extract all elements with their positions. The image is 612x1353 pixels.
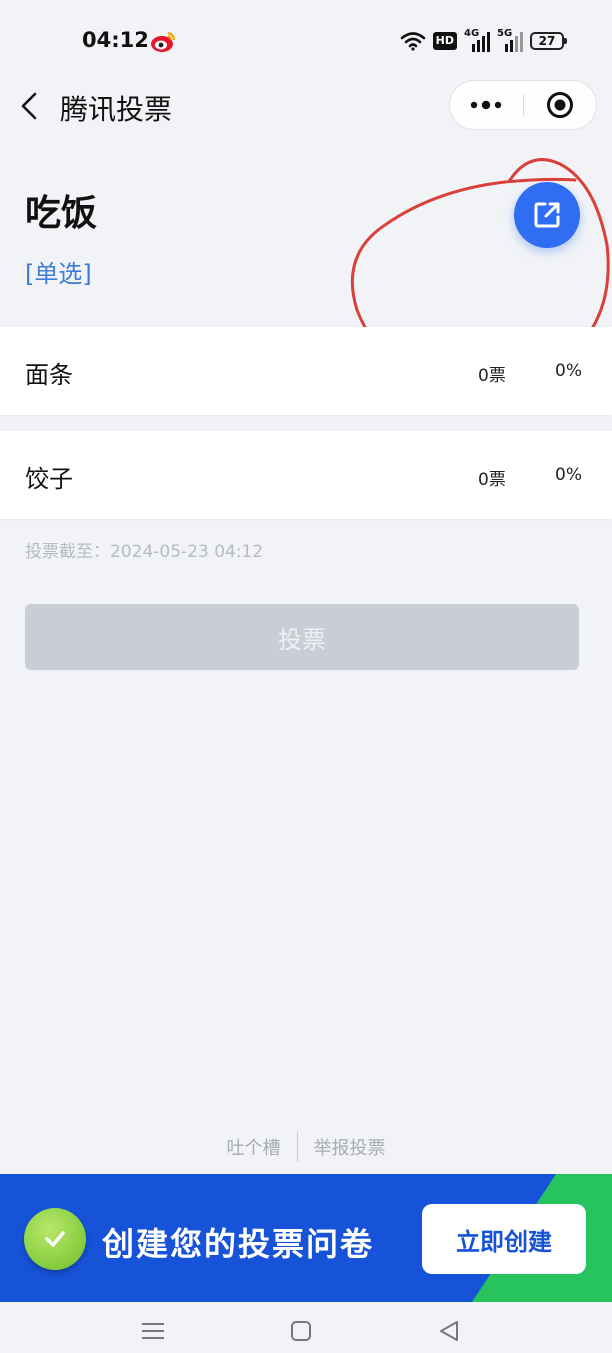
miniprogram-capsule: [449, 80, 597, 130]
system-navigation-bar: [0, 1302, 612, 1353]
battery-level: 27: [538, 34, 556, 48]
page: 04:12 HD 4G 5G 27 腾讯投票 吃饭 [单选] 面条 0票 0% …: [0, 0, 612, 1353]
network-type-label-2: 5G: [497, 28, 513, 39]
more-button[interactable]: [450, 81, 523, 129]
vote-title: 吃饭: [25, 193, 98, 234]
share-button[interactable]: [514, 182, 580, 248]
status-bar: 04:12 HD 4G 5G 27: [0, 0, 612, 84]
banner-text: 创建您的投票问卷: [102, 1225, 375, 1263]
back-button[interactable]: [12, 86, 46, 126]
status-icons: HD 4G 5G 27: [400, 27, 567, 55]
option-votes: 0票: [478, 470, 506, 490]
menu-button[interactable]: [138, 1316, 168, 1346]
footer-links: 吐个槽 举报投票: [0, 1130, 612, 1164]
option-votes: 0票: [478, 366, 506, 386]
wifi-icon: [400, 32, 425, 51]
external-link-icon: [534, 202, 560, 228]
nav-title: 腾讯投票: [60, 93, 173, 126]
deadline-value: 2024-05-23 04:12: [110, 542, 264, 562]
back-arrow-icon: [21, 92, 37, 120]
signal-icon: 4G: [464, 28, 490, 52]
create-vote-banner[interactable]: 创建您的投票问卷 立即创建: [0, 1174, 612, 1302]
vote-deadline: 投票截至：2024-05-23 04:12: [25, 537, 263, 562]
home-button[interactable]: [286, 1316, 316, 1346]
battery-icon: 27: [530, 32, 567, 50]
option-percent: 0%: [555, 361, 582, 381]
vote-type-label: [单选]: [25, 260, 92, 288]
signal-icon-2: 5G: [497, 28, 523, 52]
create-now-button[interactable]: 立即创建: [422, 1204, 586, 1274]
weibo-icon: [151, 32, 175, 52]
back-nav-button[interactable]: [434, 1316, 464, 1346]
nav-bar: 腾讯投票: [0, 80, 612, 130]
vote-option[interactable]: 饺子 0票 0%: [0, 431, 612, 519]
feedback-link[interactable]: 吐个槽: [211, 1134, 297, 1160]
deadline-label: 投票截至：: [25, 542, 110, 562]
menu-icon: [142, 1323, 164, 1339]
back-triangle-icon: [440, 1321, 458, 1341]
option-label: 面条: [25, 361, 73, 389]
check-icon: [24, 1208, 86, 1270]
report-link[interactable]: 举报投票: [298, 1134, 402, 1160]
home-square-icon: [291, 1321, 311, 1341]
option-percent: 0%: [555, 465, 582, 485]
target-icon: [546, 92, 573, 118]
network-type-label: 4G: [464, 28, 480, 39]
vote-button[interactable]: 投票: [25, 604, 579, 670]
hd-badge: HD: [432, 32, 457, 50]
status-time: 04:12: [82, 28, 149, 52]
close-miniprogram-button[interactable]: [524, 81, 597, 129]
more-dots-icon: [471, 100, 502, 110]
option-label: 饺子: [25, 465, 73, 493]
vote-option[interactable]: 面条 0票 0%: [0, 327, 612, 415]
